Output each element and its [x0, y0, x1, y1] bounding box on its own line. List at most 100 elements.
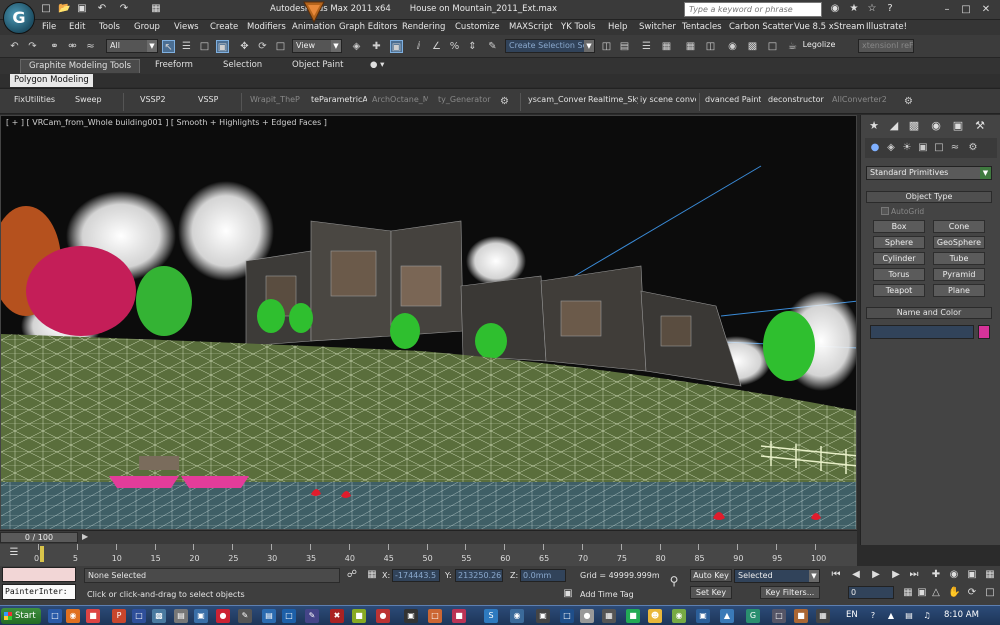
- track-bar[interactable]: 0 5 10 15 20 25 30 35 40 45 50 55 60 65 70 75 80 85 90 95 10…: [0, 544, 857, 566]
- pivot-center-icon[interactable]: ◈: [350, 40, 363, 53]
- zoom-icon[interactable]: ✚: [930, 569, 942, 581]
- utilities-tab-icon[interactable]: ⚒: [973, 119, 987, 133]
- generator-button[interactable]: ty_Generator: [438, 95, 492, 109]
- maximize-viewport-icon[interactable]: □: [984, 587, 996, 599]
- pan-view-icon[interactable]: ✋: [948, 587, 960, 599]
- plane-button[interactable]: Plane: [933, 284, 985, 297]
- y-coordinate-field[interactable]: 213250.26: [455, 569, 503, 582]
- key-icon[interactable]: ⚲: [664, 575, 684, 587]
- help-icon[interactable]: ?: [884, 3, 896, 15]
- tab-object-paint[interactable]: Object Paint: [284, 59, 351, 73]
- binoculars-icon[interactable]: ◉: [829, 3, 841, 15]
- fixutilities-button[interactable]: FixUtilities: [14, 95, 55, 109]
- graphite-toggle-icon[interactable]: ▦: [660, 40, 673, 53]
- render-setup-icon[interactable]: ▩: [746, 40, 759, 53]
- menu-graph-editors[interactable]: Graph Editors: [339, 22, 397, 32]
- auto-key-button[interactable]: Auto Key: [690, 569, 732, 582]
- menu-modifiers[interactable]: Modifiers: [247, 22, 286, 32]
- teapot-button[interactable]: Teapot: [873, 284, 925, 297]
- app-icon[interactable]: ■: [626, 609, 640, 623]
- zoom-all-icon[interactable]: ◉: [948, 569, 960, 581]
- time-configuration-icon[interactable]: ▣: [916, 587, 928, 599]
- start-button[interactable]: Start: [1, 608, 41, 624]
- angle-snap-icon[interactable]: ∠: [430, 40, 443, 53]
- named-selection-set-dropdown[interactable]: Create Selection Se ▼: [505, 39, 595, 53]
- time-slider-arrow-icon[interactable]: ▶: [82, 532, 88, 541]
- system-clock[interactable]: 8:10 AM: [944, 610, 979, 620]
- network-icon[interactable]: ▤: [902, 609, 916, 623]
- app-icon[interactable]: ●: [376, 609, 390, 623]
- app-icon[interactable]: ▦: [816, 609, 830, 623]
- parametric-button[interactable]: teParametricA: [311, 95, 367, 109]
- save-icon[interactable]: ▣: [76, 3, 88, 15]
- geometry-icon[interactable]: ●: [869, 142, 881, 154]
- undo-icon[interactable]: ↶: [96, 3, 108, 15]
- maxscript-listener-input[interactable]: [2, 567, 76, 582]
- menu-create[interactable]: Create: [210, 22, 238, 32]
- app-icon[interactable]: ▣: [696, 609, 710, 623]
- rotate-icon[interactable]: ⟳: [256, 40, 269, 53]
- primitive-category-dropdown[interactable]: Standard Primitives ▼: [866, 166, 992, 180]
- link-icon[interactable]: ⚭: [48, 40, 61, 53]
- undo-icon[interactable]: ↶: [8, 40, 21, 53]
- menu-illustrate[interactable]: Illustrate!: [866, 22, 907, 32]
- snaps-toggle-icon[interactable]: ⅈ: [412, 40, 425, 53]
- menu-rendering[interactable]: Rendering: [402, 22, 445, 32]
- sweep-button[interactable]: Sweep: [75, 95, 102, 109]
- align-icon[interactable]: ▤: [618, 40, 631, 53]
- app-icon[interactable]: ▤: [174, 609, 188, 623]
- key-filters-button[interactable]: Key Filters...: [760, 586, 820, 599]
- tube-button[interactable]: Tube: [933, 252, 985, 265]
- open-file-icon[interactable]: 📂: [58, 3, 70, 15]
- ribbon-options-icon[interactable]: ● ▾: [366, 59, 388, 73]
- app-icon[interactable]: ▣: [536, 609, 550, 623]
- space-warps-icon[interactable]: ≈: [949, 142, 961, 154]
- deconstructor-button[interactable]: deconstructor: [768, 95, 824, 109]
- render-production-icon[interactable]: ☕: [786, 40, 799, 53]
- app-icon[interactable]: ☻: [648, 609, 662, 623]
- menu-maxscript[interactable]: MAXScript: [509, 22, 553, 32]
- vssp-button[interactable]: VSSP: [198, 95, 218, 109]
- app-icon[interactable]: ▲: [720, 609, 734, 623]
- current-frame-marker[interactable]: [40, 546, 44, 562]
- zoom-extents-all-icon[interactable]: ▦: [984, 569, 996, 581]
- app-icon[interactable]: ◉: [510, 609, 524, 623]
- go-to-end-icon[interactable]: ⏭: [908, 569, 920, 581]
- app-icon[interactable]: □: [282, 609, 296, 623]
- vssp2-button[interactable]: VSSP2: [140, 95, 166, 109]
- project-folder-icon[interactable]: ▦: [150, 3, 162, 15]
- plugin-tool-icon[interactable]: ⚙: [902, 95, 915, 108]
- scene-converter-button[interactable]: iy scene conve: [640, 95, 696, 109]
- new-file-icon[interactable]: □: [40, 3, 52, 15]
- polygon-modeling-panel[interactable]: Polygon Modeling: [10, 74, 93, 87]
- z-coordinate-field[interactable]: 0.0mm: [520, 569, 566, 582]
- cameras-icon[interactable]: ▣: [917, 142, 929, 154]
- geosphere-button[interactable]: GeoSphere: [933, 236, 985, 249]
- menu-views[interactable]: Views: [174, 22, 199, 32]
- layer-manager-icon[interactable]: ☰: [640, 40, 653, 53]
- menu-yk-tools[interactable]: YK Tools: [561, 22, 595, 32]
- app-icon[interactable]: □: [772, 609, 786, 623]
- menu-file[interactable]: File: [42, 22, 56, 32]
- allconverter-button[interactable]: AllConverter2: [832, 95, 888, 109]
- redo-icon[interactable]: ↷: [26, 40, 39, 53]
- menu-tools[interactable]: Tools: [99, 22, 120, 32]
- object-name-field[interactable]: [870, 325, 974, 339]
- app-icon[interactable]: □: [428, 609, 442, 623]
- current-frame-field[interactable]: 0: [848, 586, 894, 599]
- app-icon[interactable]: ■: [352, 609, 366, 623]
- object-color-swatch[interactable]: [978, 325, 990, 339]
- app-icon[interactable]: ✎: [305, 609, 319, 623]
- curve-editor-icon[interactable]: ▦: [684, 40, 697, 53]
- selection-filter-dropdown[interactable]: All ▼: [106, 39, 158, 53]
- scale-icon[interactable]: □: [274, 40, 287, 53]
- perspective-viewport[interactable]: [0, 115, 857, 530]
- tab-freeform[interactable]: Freeform: [147, 59, 201, 73]
- schematic-view-icon[interactable]: ◫: [704, 40, 717, 53]
- tab-graphite-modeling-tools[interactable]: Graphite Modeling Tools: [20, 59, 141, 73]
- x-coordinate-field[interactable]: -174443.5: [392, 569, 440, 582]
- help-tray-icon[interactable]: ?: [866, 609, 880, 623]
- name-and-color-rollout[interactable]: Name and Color: [866, 307, 992, 319]
- cylinder-button[interactable]: Cylinder: [873, 252, 925, 265]
- field-of-view-icon[interactable]: △: [930, 587, 942, 599]
